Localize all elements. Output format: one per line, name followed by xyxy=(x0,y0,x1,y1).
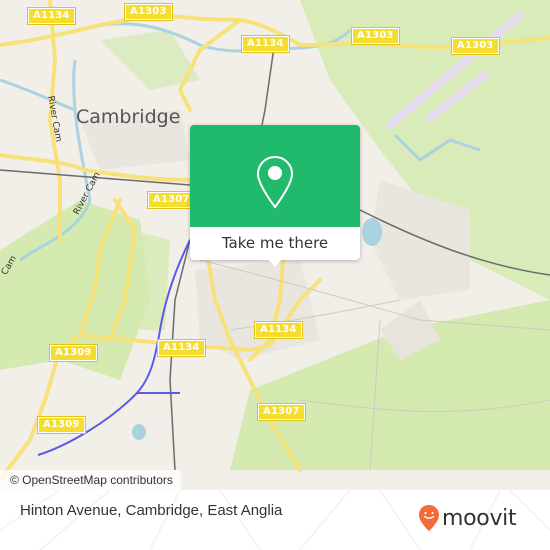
map-view[interactable]: A1134 A1303 A1134 A1303 A1303 A1307 A113… xyxy=(0,0,550,490)
road-label: A1307 xyxy=(257,403,306,421)
address-text: Hinton Avenue, Cambridge, East Anglia xyxy=(20,502,283,519)
moovit-pin-icon xyxy=(419,505,439,531)
map-pin-icon xyxy=(256,155,294,209)
road-label: A1309 xyxy=(49,344,98,362)
moovit-logo[interactable]: moovit xyxy=(418,504,517,532)
footer: Hinton Avenue, Cambridge, East Anglia mo… xyxy=(0,490,550,550)
place-label-cambridge: Cambridge xyxy=(76,106,181,128)
road-label: A1307 xyxy=(147,191,196,209)
road-label: A1134 xyxy=(254,321,303,339)
popup-pointer xyxy=(267,258,283,267)
popup-header xyxy=(190,125,360,227)
location-popup: Take me there xyxy=(190,125,360,267)
road-label: A1134 xyxy=(241,35,290,53)
road-label: A1303 xyxy=(351,27,400,45)
road-label: A1134 xyxy=(27,7,76,25)
road-label: A1303 xyxy=(451,37,500,55)
road-label: A1309 xyxy=(37,416,86,434)
road-label: A1303 xyxy=(124,3,173,21)
take-me-there-button[interactable]: Take me there xyxy=(190,227,360,260)
road-label: A1134 xyxy=(157,339,206,357)
brand-name: moovit xyxy=(442,505,517,531)
map-attribution[interactable]: © OpenStreetMap contributors xyxy=(0,470,181,490)
